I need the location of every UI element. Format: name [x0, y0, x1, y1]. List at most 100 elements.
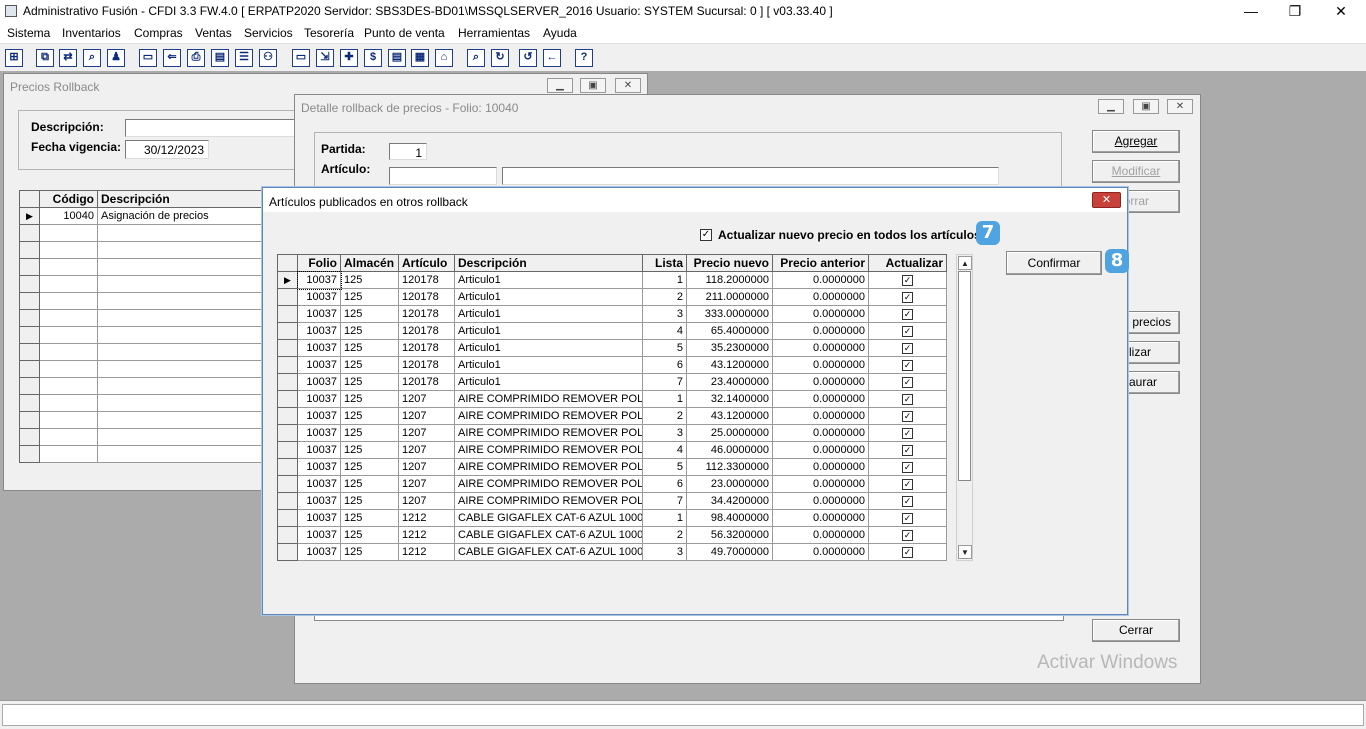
- cell-codigo[interactable]: [39, 411, 98, 429]
- cell-codigo[interactable]: [39, 445, 98, 463]
- cell-codigo[interactable]: [39, 394, 98, 412]
- table-row[interactable]: [19, 445, 300, 463]
- cell-almacen[interactable]: 125: [340, 322, 399, 340]
- row-indicator[interactable]: [277, 305, 298, 323]
- cell-descripcion[interactable]: AIRE COMPRIMIDO REMOVER POLVO: [454, 390, 643, 408]
- cell-actualizar[interactable]: ✓: [868, 356, 947, 374]
- cell-actualizar[interactable]: ✓: [868, 288, 947, 306]
- row-indicator[interactable]: [19, 411, 40, 429]
- actualizar-checkbox[interactable]: ✓: [902, 410, 913, 422]
- cell-articulo[interactable]: 1212: [398, 526, 455, 544]
- cell-almacen[interactable]: 125: [340, 492, 399, 510]
- cell-descripcion[interactable]: AIRE COMPRIMIDO REMOVER POLVO: [454, 492, 643, 510]
- new-icon[interactable]: ⊞: [5, 49, 23, 67]
- home-icon[interactable]: ⌂: [435, 49, 453, 67]
- cell-lista[interactable]: 2: [642, 526, 687, 544]
- cell-articulo[interactable]: 120178: [398, 305, 455, 323]
- help-icon[interactable]: ?: [575, 49, 593, 67]
- cell-folio[interactable]: 10037: [297, 475, 341, 493]
- table-row[interactable]: 10037 125 1212 CABLE GIGAFLEX CAT-6 AZUL 10…: [277, 509, 947, 527]
- cell-codigo[interactable]: [39, 326, 98, 344]
- table-row[interactable]: [19, 309, 300, 327]
- table-row[interactable]: 10037 125 1207 AIRE COMPRIMIDO REMOVER POLV…: [277, 390, 947, 408]
- table-row[interactable]: [19, 241, 300, 259]
- cell-descripcion[interactable]: Articulo1: [454, 322, 643, 340]
- minimize-icon[interactable]: ▁: [547, 78, 573, 93]
- cell-anterior[interactable]: 0.0000000: [772, 475, 869, 493]
- menu-ayuda[interactable]: Ayuda: [543, 26, 577, 40]
- table-row[interactable]: [19, 377, 300, 395]
- row-indicator[interactable]: [19, 343, 40, 361]
- cell-folio[interactable]: 10037: [296, 270, 342, 290]
- cell-folio[interactable]: 10037: [297, 424, 341, 442]
- cell-anterior[interactable]: 0.0000000: [772, 509, 869, 527]
- cell-folio[interactable]: 10037: [297, 390, 341, 408]
- row-indicator[interactable]: [277, 373, 298, 391]
- table-icon[interactable]: ▦: [411, 49, 429, 67]
- close-icon[interactable]: ✕: [615, 78, 641, 93]
- cell-lista[interactable]: 3: [642, 543, 687, 561]
- actualizar-checkbox[interactable]: ✓: [902, 291, 913, 303]
- cell-anterior[interactable]: 0.0000000: [772, 441, 869, 459]
- cell-lista[interactable]: 1: [642, 509, 687, 527]
- cell-articulo[interactable]: 1207: [398, 407, 455, 425]
- actualizar-checkbox[interactable]: ✓: [902, 512, 913, 524]
- cell-actualizar[interactable]: ✓: [868, 543, 947, 561]
- cell-actualizar[interactable]: ✓: [868, 373, 947, 391]
- back-icon[interactable]: ←: [543, 49, 561, 67]
- table-row[interactable]: 10037 125 1207 AIRE COMPRIMIDO REMOVER POLV…: [277, 492, 947, 510]
- cell-descripcion[interactable]: AIRE COMPRIMIDO REMOVER POLVO: [454, 424, 643, 442]
- cell-descripcion[interactable]: CABLE GIGAFLEX CAT-6 AZUL 1000 F': [454, 543, 643, 561]
- cell-nuevo[interactable]: 56.3200000: [686, 526, 773, 544]
- cell-actualizar[interactable]: ✓: [868, 339, 947, 357]
- cell-nuevo[interactable]: 211.0000000: [686, 288, 773, 306]
- cell-almacen[interactable]: 125: [340, 543, 399, 561]
- cell-anterior[interactable]: 0.0000000: [772, 356, 869, 374]
- cell-almacen[interactable]: 125: [340, 475, 399, 493]
- row-indicator[interactable]: [19, 428, 40, 446]
- scroll-up-icon[interactable]: ▲: [958, 256, 972, 270]
- cell-lista[interactable]: 7: [642, 492, 687, 510]
- cell-actualizar[interactable]: ✓: [868, 390, 947, 408]
- table-row[interactable]: [19, 292, 300, 310]
- cell-almacen[interactable]: 125: [340, 526, 399, 544]
- row-indicator[interactable]: [19, 241, 40, 259]
- table-row[interactable]: [19, 326, 300, 344]
- cell-lista[interactable]: 4: [642, 441, 687, 459]
- actualizar-checkbox[interactable]: ✓: [902, 478, 913, 490]
- actualizar-checkbox[interactable]: ✓: [902, 325, 913, 337]
- cell-lista[interactable]: 4: [642, 322, 687, 340]
- row-indicator[interactable]: [19, 224, 40, 242]
- printer-icon[interactable]: ⎙: [187, 49, 205, 67]
- actualizar-checkbox[interactable]: ✓: [902, 427, 913, 439]
- table-row[interactable]: [19, 343, 300, 361]
- cell-actualizar[interactable]: ✓: [868, 271, 947, 289]
- confirmar-button[interactable]: Confirmar: [1006, 251, 1102, 275]
- cell-lista[interactable]: 6: [642, 475, 687, 493]
- table-row[interactable]: 10037 125 120178 Articulo1 3 333.0000000 0.000…: [277, 305, 947, 323]
- cell-codigo[interactable]: [39, 258, 98, 276]
- copy-icon[interactable]: ⧉: [36, 49, 54, 67]
- cell-codigo[interactable]: [39, 292, 98, 310]
- cell-descripcion[interactable]: Articulo1: [454, 373, 643, 391]
- cell-folio[interactable]: 10037: [297, 407, 341, 425]
- maximize-icon[interactable]: ▣: [580, 78, 606, 93]
- cell-actualizar[interactable]: ✓: [868, 509, 947, 527]
- actualizar-checkbox[interactable]: ✓: [902, 359, 913, 371]
- cell-articulo[interactable]: 120178: [398, 339, 455, 357]
- cell-nuevo[interactable]: 65.4000000: [686, 322, 773, 340]
- table-row[interactable]: [19, 224, 300, 242]
- partida-input[interactable]: 1: [389, 143, 427, 160]
- document-icon[interactable]: ▤: [211, 49, 229, 67]
- row-indicator[interactable]: [19, 275, 40, 293]
- box-icon[interactable]: ▭: [292, 49, 310, 67]
- page-icon[interactable]: ▤: [388, 49, 406, 67]
- cell-articulo[interactable]: 120178: [398, 356, 455, 374]
- cell-codigo[interactable]: [39, 241, 98, 259]
- menu-inventarios[interactable]: Inventarios: [62, 26, 121, 40]
- truck-icon[interactable]: ⇐: [163, 49, 181, 67]
- row-indicator[interactable]: [19, 309, 40, 327]
- cell-folio[interactable]: 10037: [297, 458, 341, 476]
- table-row[interactable]: [19, 275, 300, 293]
- cell-codigo[interactable]: [39, 360, 98, 378]
